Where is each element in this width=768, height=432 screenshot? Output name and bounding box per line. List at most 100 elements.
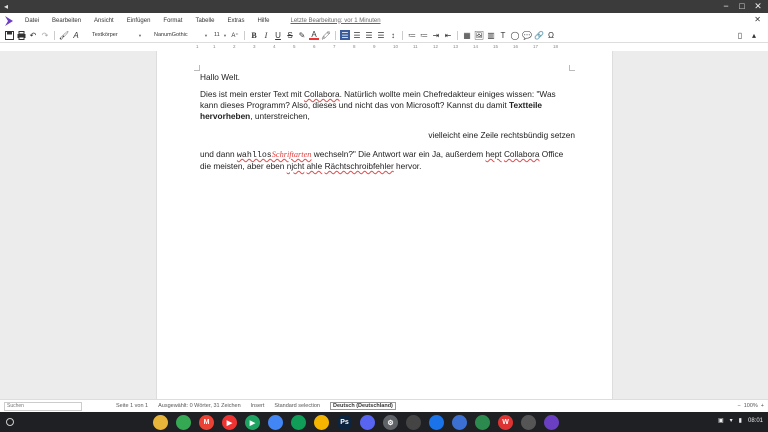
grow-font-icon[interactable]: A⁺ [230, 30, 240, 40]
bold-icon[interactable]: B [249, 30, 259, 40]
spelling-error[interactable]: ahle [307, 161, 323, 171]
undo-icon[interactable]: ↶ [28, 30, 38, 40]
menu-datei[interactable]: Datei [25, 18, 39, 24]
last-edit-link[interactable]: Letzte Bearbeitung: vor 1 Minuten [290, 18, 380, 24]
underline-icon[interactable]: U [273, 30, 283, 40]
camera-icon[interactable] [406, 415, 421, 430]
app-blue-icon[interactable] [452, 415, 467, 430]
clock[interactable]: 08:01 [748, 418, 763, 424]
collabora-logo-icon[interactable] [3, 15, 15, 27]
fold-toolbar-icon[interactable]: ▴ [749, 30, 759, 40]
font-size-dropdown[interactable]: 11 ▼ [212, 30, 229, 40]
minimize-button[interactable]: − [718, 0, 734, 13]
photoshop-icon[interactable]: Ps [337, 415, 352, 430]
spelling-error[interactable]: Rächtschroibfehler [325, 161, 394, 171]
document-text[interactable]: Hallo Welt. Dies ist mein erster Text mi… [200, 72, 575, 178]
notification-icon[interactable]: ▣ [718, 417, 724, 424]
wifi-icon[interactable]: ▾ [730, 417, 733, 424]
app-grey-icon[interactable] [521, 415, 536, 430]
settings-icon[interactable]: ⚙ [383, 415, 398, 430]
sidebar-toggle-icon[interactable]: ▯ [735, 30, 745, 40]
menu-extras[interactable]: Extras [227, 18, 244, 24]
ruler-tick-label: 10 [393, 44, 399, 49]
close-document-button[interactable]: ✕ [754, 15, 761, 24]
spelling-error[interactable]: njcht [287, 161, 305, 171]
selection-mode[interactable]: Standard selection [274, 403, 320, 409]
print-icon[interactable] [16, 30, 26, 40]
close-window-button[interactable]: ✕ [750, 0, 766, 13]
back-icon[interactable]: ◂ [0, 2, 8, 11]
ruler-tick-label: 13 [453, 44, 459, 49]
special-character-icon[interactable]: Ω [546, 30, 556, 40]
menu-einfuegen[interactable]: Einfügen [127, 18, 151, 24]
font-color-icon[interactable]: A [309, 30, 319, 40]
numbered-list-icon[interactable]: ≔ [419, 30, 429, 40]
insert-comment-icon[interactable]: 💬 [522, 30, 532, 40]
italic-icon[interactable]: I [261, 30, 271, 40]
menu-bearbeiten[interactable]: Bearbeiten [52, 18, 81, 24]
toolbar-separator [54, 30, 55, 40]
menu-tabelle[interactable]: Tabelle [195, 18, 214, 24]
discord-icon[interactable] [360, 415, 375, 430]
spelling-error[interactable]: hept [485, 149, 501, 159]
ruler-tick-label: 3 [253, 44, 256, 49]
wps-icon[interactable]: W [498, 415, 513, 430]
drive-icon[interactable] [176, 415, 191, 430]
line-spacing-icon[interactable]: ↕ [388, 30, 398, 40]
spelling-error[interactable]: Collabora [504, 149, 540, 159]
launcher-icon[interactable] [6, 418, 14, 426]
bullet-list-icon[interactable]: ≔ [407, 30, 417, 40]
redo-icon[interactable]: ↷ [40, 30, 50, 40]
app-green-icon[interactable] [475, 415, 490, 430]
ruler-tick-label: 7 [333, 44, 336, 49]
justify-icon[interactable]: ☰ [376, 30, 386, 40]
maximize-button[interactable]: □ [734, 0, 750, 13]
insert-chart-icon[interactable]: ▥ [486, 30, 496, 40]
ruler-tick-label: 6 [313, 44, 316, 49]
font-name-dropdown[interactable]: NanumGothic ▼ [152, 30, 210, 40]
clear-formatting-icon[interactable]: A [71, 30, 81, 40]
insert-link-icon[interactable]: 🔗 [534, 30, 544, 40]
sheets-icon[interactable] [291, 415, 306, 430]
menu-hilfe[interactable]: Hilfe [257, 18, 269, 24]
chevron-down-icon: ▼ [204, 32, 208, 38]
insert-image-icon[interactable]: 🖼 [474, 30, 484, 40]
insert-table-icon[interactable]: ▦ [462, 30, 472, 40]
language-dropdown[interactable]: Deutsch (Deutschland) [329, 402, 396, 410]
collabora-icon[interactable] [544, 415, 559, 430]
insert-shape-icon[interactable]: ◯ [510, 30, 520, 40]
menu-format[interactable]: Format [163, 18, 182, 24]
paragraph-style-value: Textkörper [92, 32, 118, 38]
highlight-icon[interactable]: ✎ [297, 30, 307, 40]
insert-mode[interactable]: Insert [251, 403, 265, 409]
youtube-icon[interactable]: ▶ [222, 415, 237, 430]
decrease-indent-icon[interactable]: ⇤ [443, 30, 453, 40]
clone-formatting-icon[interactable]: 🖌 [59, 30, 69, 40]
spelling-error[interactable]: Collabora [304, 89, 340, 99]
chevron-down-icon: ▼ [138, 32, 142, 38]
ruler[interactable]: 1 1 2 3 4 5 6 7 8 9 10 11 12 13 14 15 16… [0, 43, 768, 51]
play-store-icon[interactable]: ▶ [245, 415, 260, 430]
align-center-icon[interactable]: ☰ [352, 30, 362, 40]
zoom-out-icon[interactable]: − [737, 403, 740, 409]
menu-ansicht[interactable]: Ansicht [94, 18, 114, 24]
document-page[interactable]: Hallo Welt. Dies ist mein erster Text mi… [156, 51, 613, 399]
slides-icon[interactable] [314, 415, 329, 430]
highlighting-color-icon[interactable]: 🖍 [321, 30, 331, 40]
align-left-icon[interactable]: ☰ [340, 30, 350, 40]
save-icon[interactable] [4, 30, 14, 40]
docs-icon[interactable] [268, 415, 283, 430]
insert-textbox-icon[interactable]: T [498, 30, 508, 40]
zoom-in-icon[interactable]: + [761, 403, 764, 409]
search-input[interactable] [4, 401, 82, 411]
zoom-level[interactable]: 100% [744, 403, 758, 409]
strikethrough-icon[interactable]: S [285, 30, 295, 40]
battery-icon[interactable]: ▮ [739, 417, 742, 424]
gmail-icon[interactable]: M [199, 415, 214, 430]
files-icon[interactable] [429, 415, 444, 430]
paragraph-style-dropdown[interactable]: Textkörper ▼ [90, 30, 144, 40]
chrome-icon[interactable] [153, 415, 168, 430]
page-count: Seite 1 von 1 [116, 403, 149, 409]
increase-indent-icon[interactable]: ⇥ [431, 30, 441, 40]
align-right-icon[interactable]: ☰ [364, 30, 374, 40]
